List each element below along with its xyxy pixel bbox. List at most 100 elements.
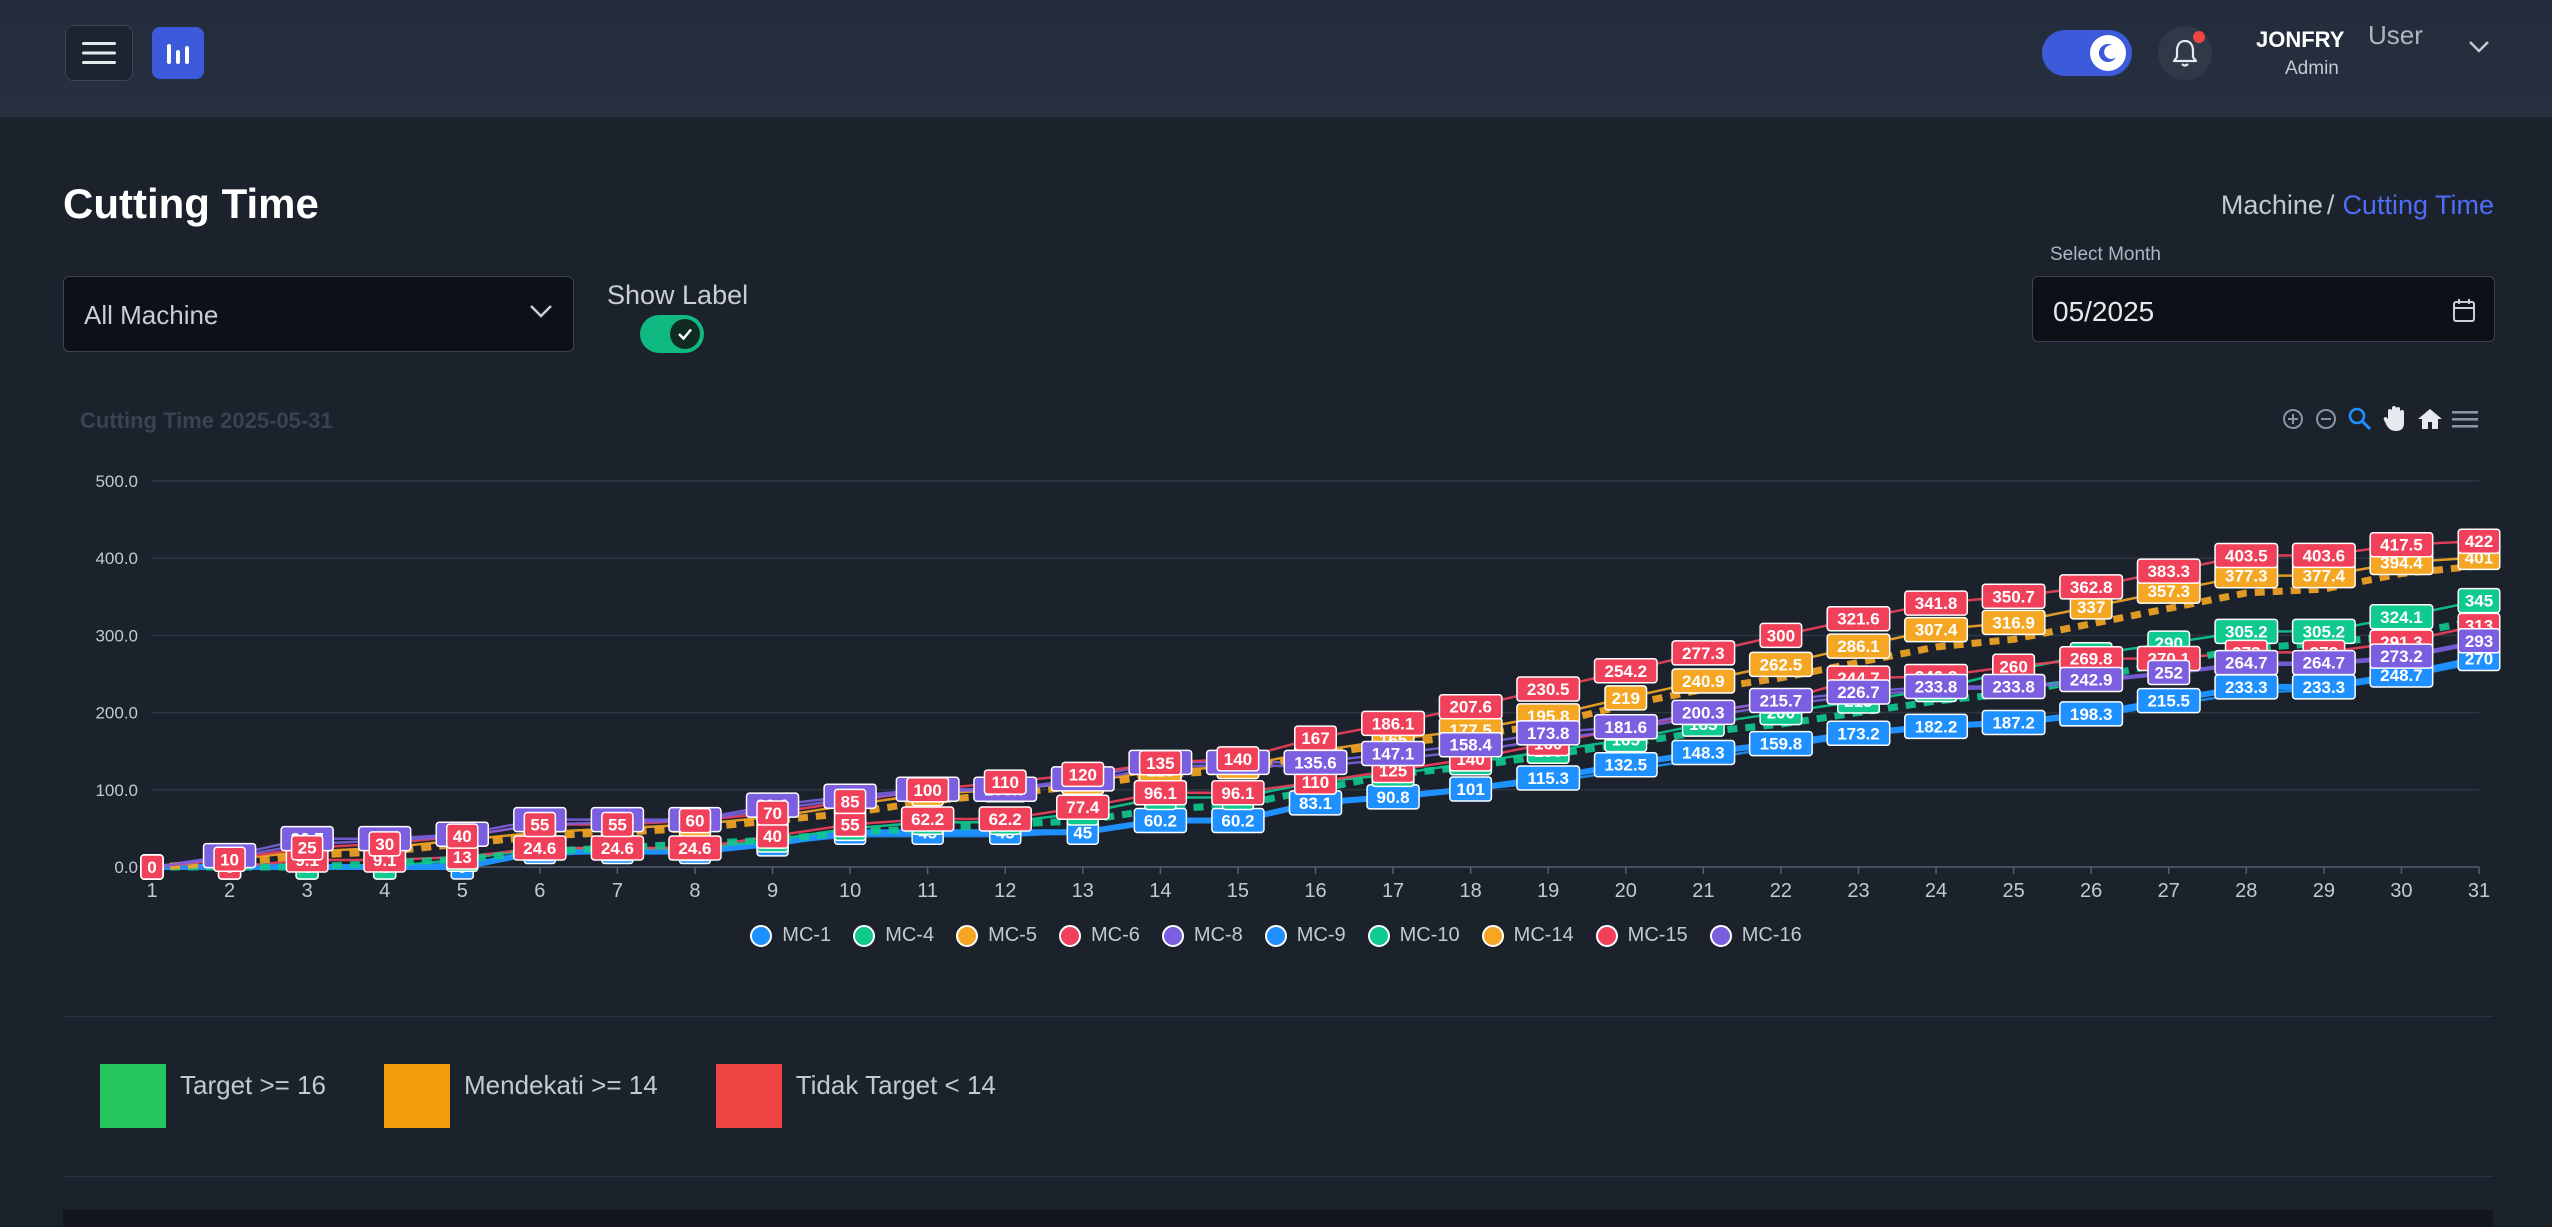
data-label-text: 110 (992, 773, 1019, 792)
month-input[interactable]: 05/2025 (2032, 276, 2495, 342)
data-label-text: 200.3 (1682, 703, 1725, 722)
data-label: 148.3 (1671, 739, 1736, 766)
data-label-text: 60.2 (1221, 812, 1254, 831)
y-tick-label: 300.0 (95, 626, 138, 645)
data-label: 240.9 (1671, 668, 1736, 694)
hand-icon[interactable] (2382, 405, 2408, 433)
legend-item-mc-4[interactable]: MC-4 (853, 924, 934, 947)
data-label-text: 13 (453, 848, 472, 867)
breadcrumb-machine[interactable]: Machine (2221, 190, 2323, 220)
data-label: 135.6 (1283, 749, 1348, 776)
sidebar-toggle-button[interactable] (65, 25, 133, 81)
theme-toggle[interactable] (2042, 30, 2132, 76)
data-label-text: 40 (763, 827, 782, 846)
breadcrumb: Machine / Cutting Time (2221, 190, 2494, 221)
data-label: 158.4 (1438, 731, 1503, 758)
x-tick-label: 3 (302, 880, 313, 902)
x-tick-label: 1 (146, 880, 157, 902)
data-label-text: 45 (1073, 823, 1092, 842)
cutting-time-chart: 0.0100.0200.0300.0400.0500.01 2 3 4 5 6 7 8 9 10 1… (95, 472, 2501, 902)
data-label: 226.7 (1826, 679, 1891, 705)
data-label-text: 96.1 (1144, 784, 1177, 803)
zoom-out-icon[interactable] (2314, 407, 2338, 431)
legend-label: MC-8 (1193, 924, 1243, 946)
data-label-text: 10 (220, 850, 239, 869)
y-tick-label: 400.0 (95, 549, 138, 568)
x-tick-label: 19 (1537, 880, 1559, 902)
data-label: 230.5 (1516, 676, 1581, 702)
legend-label: MC-10 (1399, 924, 1460, 946)
data-label-text: 96.1 (1221, 784, 1254, 803)
theme-toggle-knob (2090, 35, 2126, 71)
x-tick-label: 14 (1149, 880, 1171, 902)
legend-item-mc-15[interactable]: MC-15 (1595, 924, 1688, 947)
data-label-text: 307.4 (1915, 621, 1958, 640)
data-label: 252 (2147, 659, 2191, 686)
magnifier-icon[interactable] (2347, 406, 2373, 432)
data-label: 132.5 (1593, 751, 1658, 778)
data-label-text: 219 (1612, 689, 1640, 708)
data-label-text: 226.7 (1837, 683, 1880, 702)
data-label-text: 55 (530, 816, 549, 835)
data-label: 422 (2457, 528, 2501, 554)
data-label-text: 305.2 (2225, 622, 2268, 641)
legend-label: MC-9 (1296, 924, 1346, 946)
hamburger-icon (82, 42, 116, 64)
table-header (63, 1210, 2493, 1227)
legend-item-mc-1[interactable]: MC-1 (750, 924, 831, 947)
zoom-in-icon[interactable] (2281, 407, 2305, 431)
show-label-toggle[interactable] (640, 315, 704, 353)
x-tick-label: 10 (839, 880, 861, 902)
legend-item-mc-8[interactable]: MC-8 (1161, 924, 1243, 947)
machine-select[interactable]: All Machine (63, 276, 574, 352)
home-icon[interactable] (2417, 407, 2443, 431)
data-label: 10 (213, 846, 246, 873)
data-label-text: 262.5 (1760, 655, 1803, 674)
legend-item-mc-16[interactable]: MC-16 (1709, 924, 1802, 947)
legend-item-mc-9[interactable]: MC-9 (1264, 924, 1346, 947)
status-swatch (715, 1064, 782, 1128)
x-tick-label: 4 (379, 880, 390, 902)
legend-label: MC-16 (1741, 924, 1802, 946)
chevron-down-icon (530, 305, 552, 318)
legend-item-mc-5[interactable]: MC-5 (956, 924, 1037, 947)
data-label-text: 215.5 (2147, 692, 2190, 711)
data-label: 24.6 (513, 835, 567, 861)
data-label: 403.6 (2291, 542, 2356, 569)
data-label-text: 40 (453, 827, 472, 846)
user-menu-label[interactable]: User (2368, 20, 2423, 51)
data-label-text: 324.1 (2380, 608, 2423, 627)
data-label: 62.2 (978, 806, 1032, 832)
data-label-text: 135.6 (1294, 753, 1337, 772)
status-legend-item: Target >= 16 (100, 1064, 326, 1128)
data-label-text: 140 (1224, 750, 1252, 769)
data-label-text: 173.8 (1527, 724, 1570, 743)
chart-menu-icon[interactable] (2452, 409, 2478, 429)
data-label: 307.4 (1904, 616, 1969, 643)
legend-item-mc-10[interactable]: MC-10 (1367, 924, 1460, 947)
breadcrumb-current: Cutting Time (2342, 190, 2494, 220)
data-label: 273.2 (2369, 643, 2434, 669)
app-logo[interactable] (152, 27, 204, 79)
legend-item-mc-6[interactable]: MC-6 (1058, 924, 1140, 947)
data-label-text: 25 (298, 839, 317, 858)
chevron-down-icon[interactable] (2468, 40, 2490, 54)
notification-dot (2193, 31, 2205, 43)
legend-label: MC-4 (885, 924, 935, 946)
notification-button[interactable] (2158, 26, 2212, 80)
data-label-text: 350.7 (1992, 587, 2035, 606)
data-label: 77.4 (1056, 794, 1110, 820)
data-label: 198.3 (2059, 701, 2124, 727)
data-label-text: 377.3 (2225, 567, 2268, 586)
data-label-text: 198.3 (2070, 705, 2113, 724)
data-label: 173.2 (1826, 720, 1891, 747)
data-label: 262.5 (1748, 651, 1813, 678)
calendar-icon[interactable] (2452, 297, 2476, 323)
x-tick-label: 7 (612, 880, 623, 902)
breadcrumb-separator: / (2326, 190, 2335, 220)
legend-marker (1367, 924, 1390, 947)
data-label: 120 (1061, 761, 1105, 788)
data-label: 30 (368, 831, 401, 857)
legend-item-mc-14[interactable]: MC-14 (1481, 924, 1574, 947)
x-tick-label: 27 (2158, 880, 2180, 902)
